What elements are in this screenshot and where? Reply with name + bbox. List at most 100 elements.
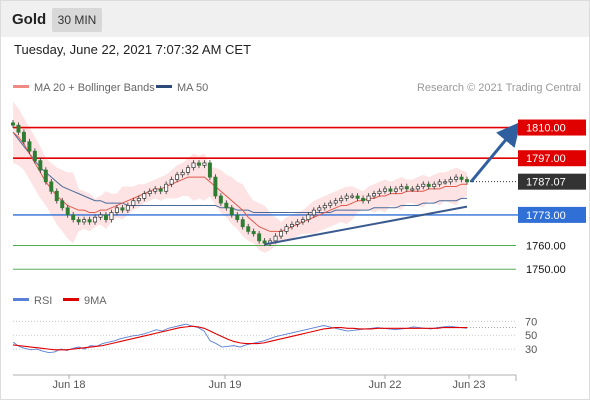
- candle-body: [399, 186, 404, 190]
- rsi-tick-label: 30: [525, 344, 537, 356]
- rsi-ma-line: [12, 325, 467, 351]
- candle-body: [65, 207, 70, 216]
- price-label: 1760.00: [526, 241, 566, 253]
- x-tick-label: Jun 23: [452, 379, 485, 391]
- ma50-legend-label: MA 50: [177, 82, 208, 94]
- candle-body: [202, 162, 207, 166]
- x-tick-label: Jun 18: [52, 379, 85, 391]
- candle-body: [186, 167, 191, 173]
- candle-body: [213, 176, 218, 197]
- candle-body: [465, 179, 469, 183]
- candle-body: [11, 122, 15, 126]
- candle-body: [38, 160, 43, 171]
- candle-body: [284, 226, 289, 232]
- candle-body: [459, 176, 464, 180]
- candle-body: [207, 162, 212, 178]
- candle-body: [93, 216, 98, 223]
- credit-label: Research © 2021 Trading Central: [417, 82, 581, 94]
- projection-arrow: [469, 121, 521, 183]
- candle-body: [104, 214, 108, 220]
- candle-body: [339, 198, 344, 202]
- price-label: 1797.00: [526, 153, 566, 165]
- candle-body: [361, 198, 366, 202]
- candle-body: [169, 179, 174, 185]
- price-label: 1750.00: [526, 264, 566, 276]
- candle-body: [322, 205, 327, 209]
- candle-body: [262, 240, 267, 244]
- candle-body: [426, 183, 431, 187]
- candle-body: [191, 162, 196, 169]
- candle-body: [328, 202, 333, 206]
- rsi-tick-label: 50: [525, 330, 537, 342]
- candle-body: [421, 183, 426, 187]
- rsi-legend-swatch: [13, 298, 29, 301]
- ma50-legend-swatch: [156, 85, 172, 88]
- candle-body: [295, 221, 300, 225]
- candle-body: [197, 162, 201, 166]
- candle-body: [432, 183, 437, 187]
- candle-body: [279, 231, 283, 237]
- candle-body: [289, 223, 294, 228]
- candle-body: [235, 214, 240, 220]
- rsi-legend-label: RSI: [34, 295, 52, 307]
- candle-body: [27, 141, 32, 152]
- candle-body: [131, 200, 136, 206]
- candle-body: [344, 195, 349, 199]
- candle-body: [158, 188, 163, 192]
- candle-body: [317, 207, 322, 211]
- candle-body: [49, 181, 54, 192]
- candle-body: [410, 188, 415, 191]
- candle-body: [311, 209, 316, 216]
- candle-body: [246, 226, 251, 232]
- bollinger-band: [13, 101, 467, 253]
- rsi-tick-label: 70: [525, 316, 537, 328]
- candle-body: [125, 205, 130, 211]
- candle-body: [448, 179, 453, 183]
- candle-body: [388, 188, 393, 192]
- candle-body: [60, 200, 65, 209]
- candle-body: [175, 174, 180, 180]
- candle-body: [273, 235, 278, 242]
- candle-body: [82, 219, 87, 223]
- candle-body: [251, 231, 256, 235]
- candle-body: [333, 200, 338, 204]
- candle-body: [32, 150, 37, 161]
- candle-body: [114, 207, 119, 213]
- ma20-legend-label: MA 20 + Bollinger Bands: [34, 82, 155, 94]
- chart-canvas: MA 20 + Bollinger Bands MA 50 Research ©…: [11, 82, 586, 391]
- candle-body: [437, 181, 442, 185]
- candle-body: [109, 212, 114, 220]
- rsi-ma-legend-swatch: [63, 298, 79, 301]
- candle-body: [404, 186, 409, 190]
- candle-body: [218, 195, 223, 204]
- candle-body: [87, 219, 92, 223]
- x-tick-label: Jun 19: [208, 379, 241, 391]
- candle-body: [306, 214, 311, 220]
- chart-window: Gold 30 MIN Tuesday, June 22, 2021 7:07:…: [0, 0, 590, 400]
- candle-body: [229, 207, 234, 216]
- candle-body: [76, 219, 81, 223]
- candle-body: [454, 176, 459, 180]
- x-tick-label: Jun 22: [368, 379, 401, 391]
- candle-body: [153, 188, 158, 192]
- candle-body: [257, 233, 262, 242]
- candle-body: [147, 190, 152, 194]
- candle-body: [43, 169, 48, 183]
- candle-body: [377, 190, 382, 194]
- candle-body: [224, 202, 229, 209]
- candle-body: [120, 207, 125, 211]
- candle-body: [415, 186, 420, 190]
- rsi-ma-legend-label: 9MA: [84, 295, 107, 307]
- ma20-legend-swatch: [13, 85, 29, 88]
- candle-body: [164, 183, 169, 192]
- candle-body: [240, 219, 245, 228]
- price-label: 1773.00: [526, 210, 566, 222]
- candle-body: [355, 195, 360, 199]
- candle-body: [142, 193, 147, 199]
- candle-body: [21, 131, 26, 143]
- candle-body: [16, 124, 21, 133]
- candle-body: [382, 188, 387, 192]
- candle-body: [136, 198, 141, 202]
- candle-body: [98, 214, 103, 218]
- candle-body: [372, 193, 376, 197]
